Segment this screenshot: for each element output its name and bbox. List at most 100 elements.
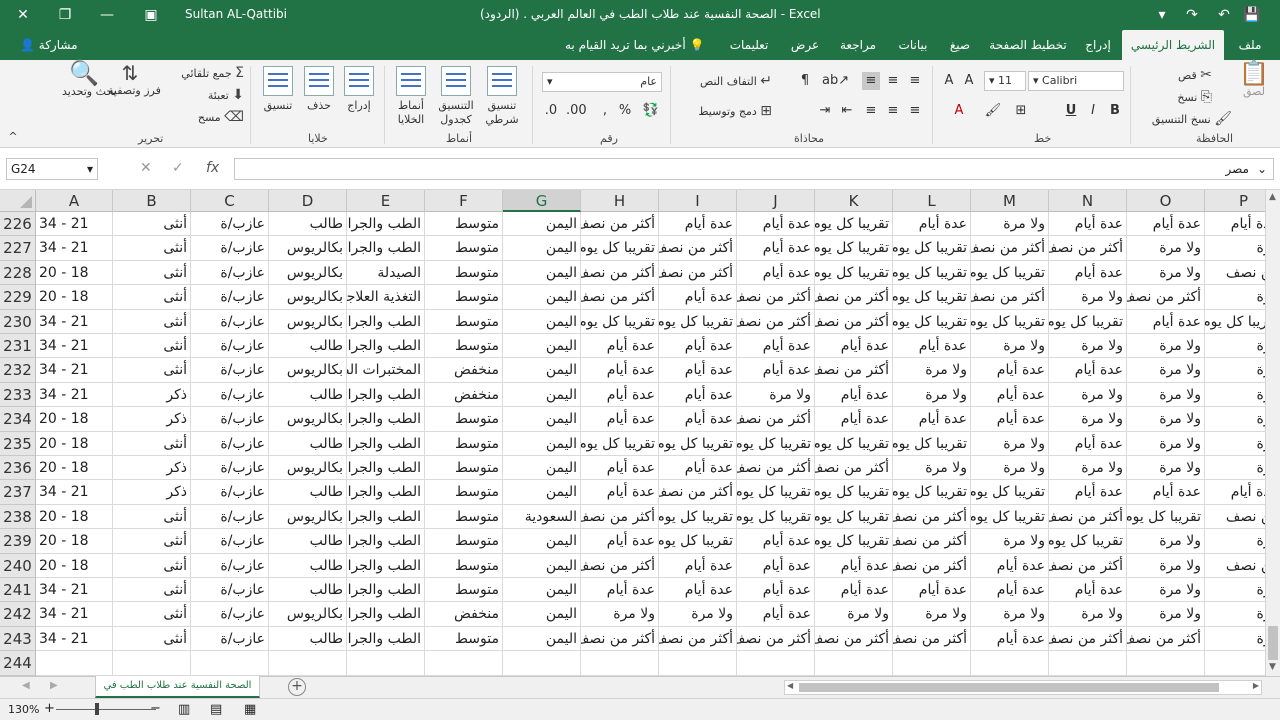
table-cell[interactable]: أكثر من نصف bbox=[893, 504, 971, 530]
table-cell[interactable]: متوسط bbox=[425, 431, 503, 456]
table-cell[interactable]: تقريبا كل يوم bbox=[737, 480, 815, 505]
percent-icon[interactable]: % bbox=[616, 102, 634, 120]
table-cell[interactable]: عدة أيام bbox=[893, 334, 971, 359]
cell-styles-button[interactable]: أنماط الخلايا bbox=[390, 66, 432, 127]
table-cell[interactable]: 34 - 21 bbox=[36, 578, 113, 603]
row-header[interactable]: 237 bbox=[0, 480, 36, 505]
row-header[interactable]: 244 bbox=[0, 651, 36, 676]
table-cell[interactable]: أكثر من نصف bbox=[815, 309, 893, 334]
table-cell[interactable]: طالب bbox=[269, 553, 347, 578]
table-cell[interactable]: ولا مرة bbox=[1127, 553, 1205, 578]
zoom-in-icon[interactable]: − bbox=[150, 701, 161, 716]
table-cell[interactable]: 20 - 18 bbox=[36, 529, 113, 554]
collapse-ribbon-icon[interactable]: ^ bbox=[4, 128, 22, 146]
increase-font-icon[interactable]: A bbox=[960, 72, 978, 90]
table-cell[interactable]: أنثى bbox=[113, 212, 191, 237]
table-cell[interactable]: اليمن bbox=[503, 260, 581, 286]
table-cell[interactable]: التغذية العلاجية bbox=[347, 285, 425, 310]
table-cell[interactable]: عدة أيام bbox=[659, 456, 737, 481]
table-cell[interactable]: أكثر من نصف bbox=[659, 260, 737, 286]
minimize-icon[interactable]: — bbox=[84, 0, 130, 30]
table-cell[interactable]: عازب/ة bbox=[191, 382, 269, 408]
autosum-button[interactable]: جمع تلقائي Σ bbox=[160, 66, 244, 81]
table-cell[interactable]: تقريبا كل يوم bbox=[815, 260, 893, 286]
table-cell[interactable]: أكثر من نصف bbox=[1127, 626, 1205, 652]
undo-icon[interactable]: ↶ bbox=[1212, 4, 1236, 26]
format-as-table-button[interactable]: التنسيق كجدول bbox=[434, 66, 478, 127]
table-cell[interactable]: مرة bbox=[1205, 578, 1265, 603]
table-cell[interactable]: أكثر من نصف bbox=[893, 529, 971, 554]
font-size-select[interactable]: ▾ 11 bbox=[984, 71, 1026, 91]
table-cell[interactable]: عدة أيام bbox=[659, 334, 737, 359]
table-cell[interactable]: عدة أيام bbox=[737, 578, 815, 603]
tab-help[interactable]: تعليمات bbox=[718, 30, 780, 60]
table-cell[interactable]: الطب والجراحة bbox=[347, 626, 425, 652]
table-cell[interactable]: بكالريوس bbox=[269, 504, 347, 530]
table-cell[interactable]: تقريبا كل يوم bbox=[581, 309, 659, 334]
table-cell[interactable]: عدة أيام bbox=[737, 553, 815, 578]
table-cell[interactable]: عازب/ة bbox=[191, 504, 269, 530]
column-header[interactable]: O bbox=[1127, 190, 1205, 212]
underline-button[interactable]: U bbox=[1062, 102, 1080, 120]
clear-button[interactable]: مسح ⌫ bbox=[160, 110, 244, 125]
table-cell[interactable]: عدة أيام bbox=[737, 236, 815, 261]
row-header[interactable]: 231 bbox=[0, 334, 36, 359]
table-cell[interactable]: أكثر من نصف bbox=[893, 626, 971, 652]
table-cell[interactable]: ولا مرة bbox=[1127, 529, 1205, 554]
table-cell[interactable]: بكالريوس bbox=[269, 602, 347, 627]
table-cell[interactable]: ولا مرة bbox=[737, 382, 815, 408]
table-cell[interactable]: منخفض bbox=[425, 382, 503, 408]
table-cell[interactable]: 20 - 18 bbox=[36, 504, 113, 530]
table-cell[interactable]: ولا مرة bbox=[971, 456, 1049, 481]
table-cell[interactable]: عدة أيام bbox=[1205, 212, 1265, 237]
align-bottom-icon[interactable]: ≡ bbox=[862, 72, 880, 90]
vertical-scroll-thumb[interactable] bbox=[1268, 626, 1278, 660]
select-all-corner[interactable] bbox=[0, 190, 36, 212]
table-cell[interactable]: بكالريوس bbox=[269, 309, 347, 334]
column-header[interactable]: N bbox=[1049, 190, 1127, 212]
close-icon[interactable]: ✕ bbox=[0, 0, 46, 30]
table-cell[interactable]: عازب/ة bbox=[191, 334, 269, 359]
table-cell[interactable]: تقريبا كل يوم bbox=[659, 309, 737, 334]
table-cell[interactable]: عدة أيام bbox=[1049, 480, 1127, 505]
table-cell[interactable]: تقريبا كل يوم bbox=[659, 431, 737, 456]
table-cell[interactable]: الطب والجراحة bbox=[347, 553, 425, 578]
table-cell[interactable]: تقريبا كل يوم bbox=[971, 504, 1049, 530]
table-cell[interactable]: عدة أيام bbox=[737, 529, 815, 554]
table-cell[interactable]: أنثى bbox=[113, 529, 191, 554]
zoom-level[interactable]: 130% bbox=[8, 703, 39, 716]
zoom-slider-knob[interactable] bbox=[95, 703, 99, 715]
table-cell[interactable] bbox=[347, 651, 425, 676]
table-cell[interactable]: عدة أيام bbox=[581, 382, 659, 408]
table-cell[interactable]: تقريبا كل يوم bbox=[581, 431, 659, 456]
row-header[interactable]: 234 bbox=[0, 407, 36, 432]
table-cell[interactable]: تقريبا كل يوم bbox=[815, 529, 893, 554]
table-cell[interactable]: أكثر من نصف bbox=[815, 626, 893, 652]
table-cell[interactable]: أكثر من نصف bbox=[581, 260, 659, 286]
table-cell[interactable]: متوسط bbox=[425, 260, 503, 286]
table-cell[interactable]: تقريبا كل يوم bbox=[893, 236, 971, 261]
table-cell[interactable]: متوسط bbox=[425, 553, 503, 578]
table-cell[interactable]: أنثى bbox=[113, 602, 191, 627]
tab-data[interactable]: بيانات bbox=[888, 30, 938, 60]
table-cell[interactable]: اليمن bbox=[503, 626, 581, 652]
table-cell[interactable]: تقريبا كل يوم bbox=[815, 504, 893, 530]
table-cell[interactable]: ولا مرة bbox=[893, 358, 971, 383]
table-cell[interactable]: مرة bbox=[1205, 529, 1265, 554]
add-sheet-icon[interactable]: + bbox=[288, 678, 306, 696]
column-header[interactable]: H bbox=[581, 190, 659, 212]
orientation-icon[interactable]: ab↗ bbox=[822, 72, 849, 90]
table-cell[interactable]: متوسط bbox=[425, 529, 503, 554]
table-cell[interactable]: عازب/ة bbox=[191, 309, 269, 334]
table-cell[interactable]: أكثر من نصف bbox=[581, 626, 659, 652]
table-cell[interactable]: عازب/ة bbox=[191, 431, 269, 456]
page-layout-view-icon[interactable]: ▤ bbox=[210, 702, 222, 717]
table-cell[interactable]: عدة أيام bbox=[1049, 578, 1127, 603]
table-cell[interactable]: أنثى bbox=[113, 578, 191, 603]
copy-button[interactable]: نسخ ⎘ bbox=[1140, 90, 1212, 105]
table-cell[interactable]: طالب bbox=[269, 626, 347, 652]
table-cell[interactable] bbox=[971, 651, 1049, 676]
table-cell[interactable]: عازب/ة bbox=[191, 529, 269, 554]
table-cell[interactable]: ولا مرة bbox=[581, 602, 659, 627]
table-cell[interactable]: الطب والجراحة bbox=[347, 431, 425, 456]
